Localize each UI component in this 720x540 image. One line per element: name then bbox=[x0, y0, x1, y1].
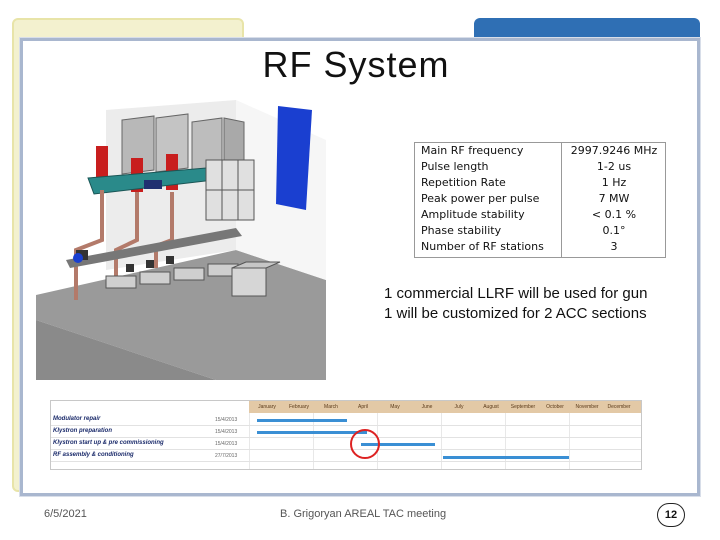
footer-presenter: B. Grigoryan AREAL TAC meeting bbox=[280, 508, 447, 520]
gantt-month: January bbox=[258, 404, 276, 410]
gantt-row-line bbox=[51, 437, 641, 438]
spec-row-pulse-length: Pulse length 1-2 us bbox=[415, 159, 665, 176]
gantt-month: August bbox=[483, 404, 499, 410]
spec-label: Number of RF stations bbox=[421, 240, 544, 253]
gantt-task-label: Klystron start up & pre commissioning bbox=[53, 440, 164, 446]
gantt-month: December bbox=[607, 404, 631, 410]
spec-label: Main RF frequency bbox=[421, 144, 524, 157]
spec-value: 1 Hz bbox=[601, 176, 627, 189]
gantt-month: February bbox=[288, 404, 309, 410]
spec-row-peak-power: Peak power per pulse 7 MW bbox=[415, 191, 665, 208]
spec-label: Amplitude stability bbox=[421, 208, 525, 221]
gantt-bar-rf-assembly bbox=[443, 456, 569, 459]
gantt-month: June bbox=[421, 404, 433, 410]
gantt-month: May bbox=[390, 404, 400, 410]
gantt-task-label: Modulator repair bbox=[53, 416, 101, 422]
gantt-row-line bbox=[51, 449, 641, 450]
gantt-row-line bbox=[51, 425, 641, 426]
spec-value: 0.1° bbox=[602, 224, 626, 237]
spec-value: 1-2 us bbox=[596, 160, 632, 173]
spec-row-amplitude-stability: Amplitude stability < 0.1 % bbox=[415, 207, 665, 224]
note-llrf-acc: 1 will be customized for 2 ACC sections bbox=[384, 305, 647, 322]
spec-row-repetition-rate: Repetition Rate 1 Hz bbox=[415, 175, 665, 192]
gantt-month: October bbox=[546, 404, 564, 410]
gantt-bar-modulator bbox=[257, 419, 347, 422]
slide-title: RF System bbox=[262, 44, 450, 85]
gantt-task-date: 27/7/2013 bbox=[215, 453, 238, 459]
gantt-task-label: Klystron preparation bbox=[53, 428, 113, 434]
gantt-bar-klystron-prep bbox=[257, 431, 367, 434]
rf-plant-illustration bbox=[36, 100, 326, 380]
schedule-gantt: January February March April May June Ju… bbox=[50, 400, 642, 470]
spec-label: Phase stability bbox=[421, 224, 502, 237]
gantt-month: July bbox=[454, 404, 464, 410]
gantt-month: September bbox=[510, 404, 536, 410]
gantt-task-date: 15/4/2013 bbox=[215, 417, 238, 423]
spec-row-phase-stability: Phase stability 0.1° bbox=[415, 223, 665, 240]
spec-label: Repetition Rate bbox=[421, 176, 506, 189]
spec-row-frequency: Main RF frequency 2997.9246 MHz bbox=[415, 143, 665, 160]
page-number: 12 bbox=[657, 503, 685, 527]
gantt-month: April bbox=[357, 404, 368, 410]
footer-date: 6/5/2021 bbox=[44, 508, 87, 520]
note-llrf-gun: 1 commercial LLRF will be used for gun bbox=[384, 285, 648, 302]
spec-value: 2997.9246 MHz bbox=[570, 144, 658, 157]
gantt-month: November bbox=[575, 404, 599, 410]
rf-spec-table: Main RF frequency 2997.9246 MHz Pulse le… bbox=[414, 142, 666, 258]
gantt-task-label: RF assembly & conditioning bbox=[53, 452, 134, 458]
highlight-circle bbox=[350, 429, 380, 459]
spec-value: 3 bbox=[610, 240, 618, 253]
gantt-task-date: 15/4/2013 bbox=[215, 429, 238, 435]
gantt-month: March bbox=[324, 404, 338, 410]
gantt-row-line bbox=[51, 461, 641, 462]
spec-label: Peak power per pulse bbox=[421, 192, 540, 205]
spec-label: Pulse length bbox=[421, 160, 489, 173]
spec-row-rf-stations: Number of RF stations 3 bbox=[415, 239, 665, 256]
gantt-task-date: 15/4/2013 bbox=[215, 441, 238, 447]
spec-value: < 0.1 % bbox=[591, 208, 637, 221]
spec-value: 7 MW bbox=[598, 192, 630, 205]
